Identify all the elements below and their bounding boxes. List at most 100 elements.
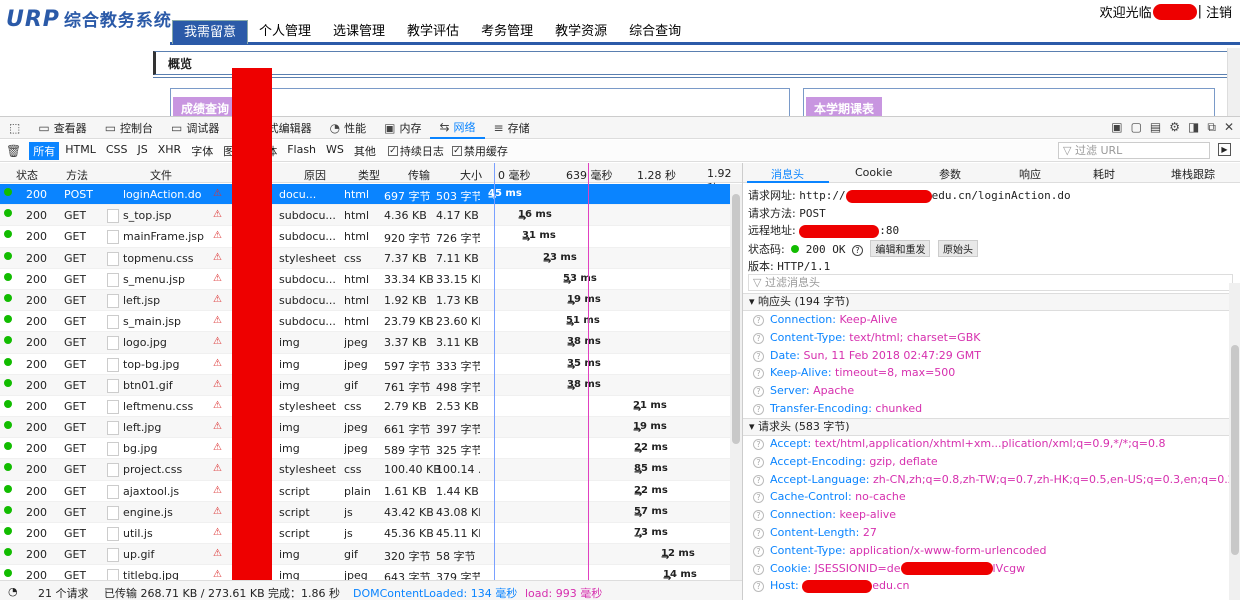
scroll-thumb[interactable] bbox=[732, 194, 740, 444]
help-icon[interactable]: ? bbox=[753, 528, 764, 539]
help-icon[interactable]: ? bbox=[753, 492, 764, 504]
toggle-sidebar-icon[interactable]: ▶ bbox=[1218, 143, 1231, 156]
help-icon[interactable]: ? bbox=[851, 245, 863, 256]
table-row[interactable]: 200 GET bg.jpg ⚠ img jpeg 589 字节 325 字节 → 22 ms bbox=[0, 438, 730, 460]
detail-tab[interactable]: Cookie bbox=[855, 166, 892, 179]
filter-button[interactable]: XHR bbox=[154, 142, 185, 160]
devtools-tab[interactable]: ▭ 查看器 bbox=[29, 117, 95, 139]
detail-tab[interactable]: 消息头 bbox=[771, 166, 804, 182]
filter-button[interactable]: WS bbox=[322, 142, 348, 160]
schedule-panel-title[interactable]: 本学期课表 bbox=[806, 97, 883, 116]
response-headers-section[interactable]: ▾ 响应头 (194 字节) bbox=[743, 293, 1229, 311]
table-row[interactable]: 200 GET mainFrame.jsp ⚠ subdocu... html 920 字节… bbox=[0, 226, 730, 248]
table-row[interactable]: 200 GET top-bg.jpg ⚠ img jpeg 597 字节 333 字节 → 35… bbox=[0, 354, 730, 375]
help-icon[interactable]: ? bbox=[753, 581, 764, 593]
scroll-thumb[interactable] bbox=[1231, 345, 1239, 555]
nav-tab[interactable]: 教学评估 bbox=[396, 20, 470, 44]
nav-tab[interactable]: 考务管理 bbox=[470, 20, 544, 44]
site-scrollbar[interactable] bbox=[1227, 48, 1240, 116]
dock-icon[interactable]: ◨ bbox=[1188, 120, 1199, 135]
frame-icon[interactable]: ▤ bbox=[1150, 120, 1161, 135]
table-row[interactable]: 200 GET ajaxtool.js ⚠ script plain 1.61 KB 1.44… bbox=[0, 481, 730, 502]
help-icon[interactable]: ? bbox=[753, 332, 764, 344]
nav-tab[interactable]: 选课管理 bbox=[322, 20, 396, 44]
filter-button[interactable]: CSS bbox=[102, 142, 132, 160]
col-status[interactable]: 状态 bbox=[16, 167, 38, 183]
raw-headers-button[interactable]: 原始头 bbox=[937, 240, 978, 257]
grades-panel-title[interactable]: 成绩查询 bbox=[173, 97, 238, 116]
help-icon[interactable]: ? bbox=[753, 404, 764, 415]
devtools-tab[interactable]: ▭ 调试器 bbox=[162, 117, 228, 139]
filter-button[interactable]: JS bbox=[134, 142, 152, 160]
help-icon[interactable]: ? bbox=[753, 315, 764, 326]
screenshot-icon[interactable]: ▢ bbox=[1131, 120, 1142, 135]
help-icon[interactable]: ? bbox=[753, 368, 764, 380]
method-cell: GET bbox=[64, 442, 87, 456]
nav-tab[interactable]: 个人管理 bbox=[248, 20, 322, 44]
help-icon[interactable]: ? bbox=[753, 350, 764, 362]
site-logo[interactable]: URP 综合教务系统 bbox=[6, 6, 172, 36]
table-row[interactable]: 200 GET left.jpg ⚠ img jpeg 661 字节 397 字节 → 19 m… bbox=[0, 417, 730, 439]
details-scrollbar[interactable] bbox=[1229, 283, 1240, 600]
table-row[interactable]: 200 GET engine.js ⚠ script js 43.42 KB43.08 KB… bbox=[0, 501, 730, 523]
persist-log-checkbox[interactable]: ✓ 持续日志 bbox=[387, 143, 444, 159]
filter-button[interactable]: HTML bbox=[61, 142, 100, 160]
table-row[interactable]: 200 GET topmenu.css ⚠ stylesheet css 7.37 KB 7.… bbox=[0, 247, 730, 269]
header-filter-input[interactable]: ▽ 过滤消息头 bbox=[748, 274, 1233, 291]
devtools-tab[interactable]: ⇆ 网络 bbox=[430, 117, 485, 139]
col-cause[interactable]: 原因 bbox=[304, 167, 326, 183]
url-filter-input[interactable]: ▽ 过滤 URL bbox=[1058, 142, 1210, 159]
table-row[interactable]: 200 GET up.gif ⚠ img gif 320 字节 58 字节 → 12 ms bbox=[0, 544, 730, 566]
help-icon[interactable]: ? bbox=[753, 545, 764, 557]
devtools-tab[interactable]: ≡ 存储 bbox=[485, 117, 539, 139]
nav-tab[interactable]: 综合查询 bbox=[618, 20, 692, 44]
table-row[interactable]: 200 GET s_top.jsp ⚠ subdocu... html 4.36 KB 4.1… bbox=[0, 205, 730, 227]
filter-button[interactable]: 所有 bbox=[29, 141, 60, 160]
table-row[interactable]: 200 GET project.css ⚠ stylesheet css 100.40 KB… bbox=[0, 459, 730, 481]
table-row[interactable]: 200 GET s_menu.jsp ⚠ subdocu... html 33.34 KB 3… bbox=[0, 269, 730, 290]
col-size[interactable]: 大小 bbox=[460, 167, 482, 183]
col-type[interactable]: 类型 bbox=[358, 167, 380, 183]
filter-button[interactable]: Flash bbox=[283, 142, 320, 160]
edit-resend-button[interactable]: 编辑和重发 bbox=[870, 240, 931, 257]
help-icon[interactable]: ? bbox=[753, 439, 764, 450]
table-scrollbar[interactable] bbox=[730, 184, 742, 580]
close-icon[interactable]: ✕ bbox=[1224, 120, 1234, 135]
col-method[interactable]: 方法 bbox=[66, 167, 88, 183]
undock-icon[interactable]: ⧉ bbox=[1207, 120, 1216, 135]
request-headers-section[interactable]: ▾ 请求头 (583 字节) bbox=[743, 418, 1229, 436]
devtools-tab[interactable]: ◔ 性能 bbox=[321, 117, 375, 139]
nav-tab[interactable]: 我需留意 bbox=[172, 20, 249, 44]
responsive-icon[interactable]: ▣ bbox=[1111, 120, 1122, 135]
col-transferred[interactable]: 传输 bbox=[408, 167, 430, 183]
logout-link[interactable]: 注销 bbox=[1206, 2, 1232, 21]
perf-icon[interactable]: ◔ bbox=[8, 585, 18, 598]
table-row[interactable]: 200 GET left.jsp ⚠ subdocu... html 1.92 KB 1.73… bbox=[0, 289, 730, 312]
devtools-tab[interactable]: ▣ 内存 bbox=[375, 117, 430, 139]
table-row[interactable]: 200 GET titlebg.jpg ⚠ img jpeg 643 字节 379 字节 → 1… bbox=[0, 565, 730, 580]
detail-tab[interactable]: 堆栈跟踪 bbox=[1171, 166, 1215, 182]
table-row[interactable]: 200 GET btn01.gif ⚠ img gif 761 字节 498 字节 → 38 m… bbox=[0, 374, 730, 396]
help-icon[interactable]: ? bbox=[753, 563, 764, 575]
help-icon[interactable]: ? bbox=[753, 456, 764, 468]
settings-icon[interactable]: ⚙ bbox=[1169, 120, 1180, 135]
detail-tab[interactable]: 耗时 bbox=[1093, 166, 1115, 182]
table-row[interactable]: 200 POST loginAction.do ⚠ docu... html 697 字节 5… bbox=[0, 184, 730, 206]
table-row[interactable]: 200 GET util.js ⚠ script js 45.36 KB45.11 KB → … bbox=[0, 523, 730, 545]
trash-icon[interactable]: 🗑 bbox=[6, 144, 21, 158]
help-icon[interactable]: ? bbox=[753, 510, 764, 522]
nav-tab[interactable]: 教学资源 bbox=[544, 20, 618, 44]
filter-button[interactable]: 字体 bbox=[187, 142, 217, 160]
detail-tab[interactable]: 响应 bbox=[1019, 166, 1041, 182]
devtools-tab[interactable]: ⬚ bbox=[0, 117, 29, 139]
help-icon[interactable]: ? bbox=[753, 474, 764, 486]
table-row[interactable]: 200 GET logo.jpg ⚠ img jpeg 3.37 KB 3.11 KB → 38… bbox=[0, 332, 730, 354]
filter-button[interactable]: 其他 bbox=[350, 142, 380, 160]
help-icon[interactable]: ? bbox=[753, 386, 764, 398]
table-row[interactable]: 200 GET s_main.jsp ⚠ subdocu... html 23.79 KB 2… bbox=[0, 311, 730, 333]
col-file[interactable]: 文件 bbox=[150, 167, 172, 183]
disable-cache-checkbox[interactable]: ✓ 禁用缓存 bbox=[451, 143, 508, 159]
detail-tab[interactable]: 参数 bbox=[939, 166, 961, 182]
devtools-tab[interactable]: ▭ 控制台 bbox=[96, 117, 162, 139]
table-row[interactable]: 200 GET leftmenu.css ⚠ stylesheet css 2.79 KB 2… bbox=[0, 396, 730, 418]
